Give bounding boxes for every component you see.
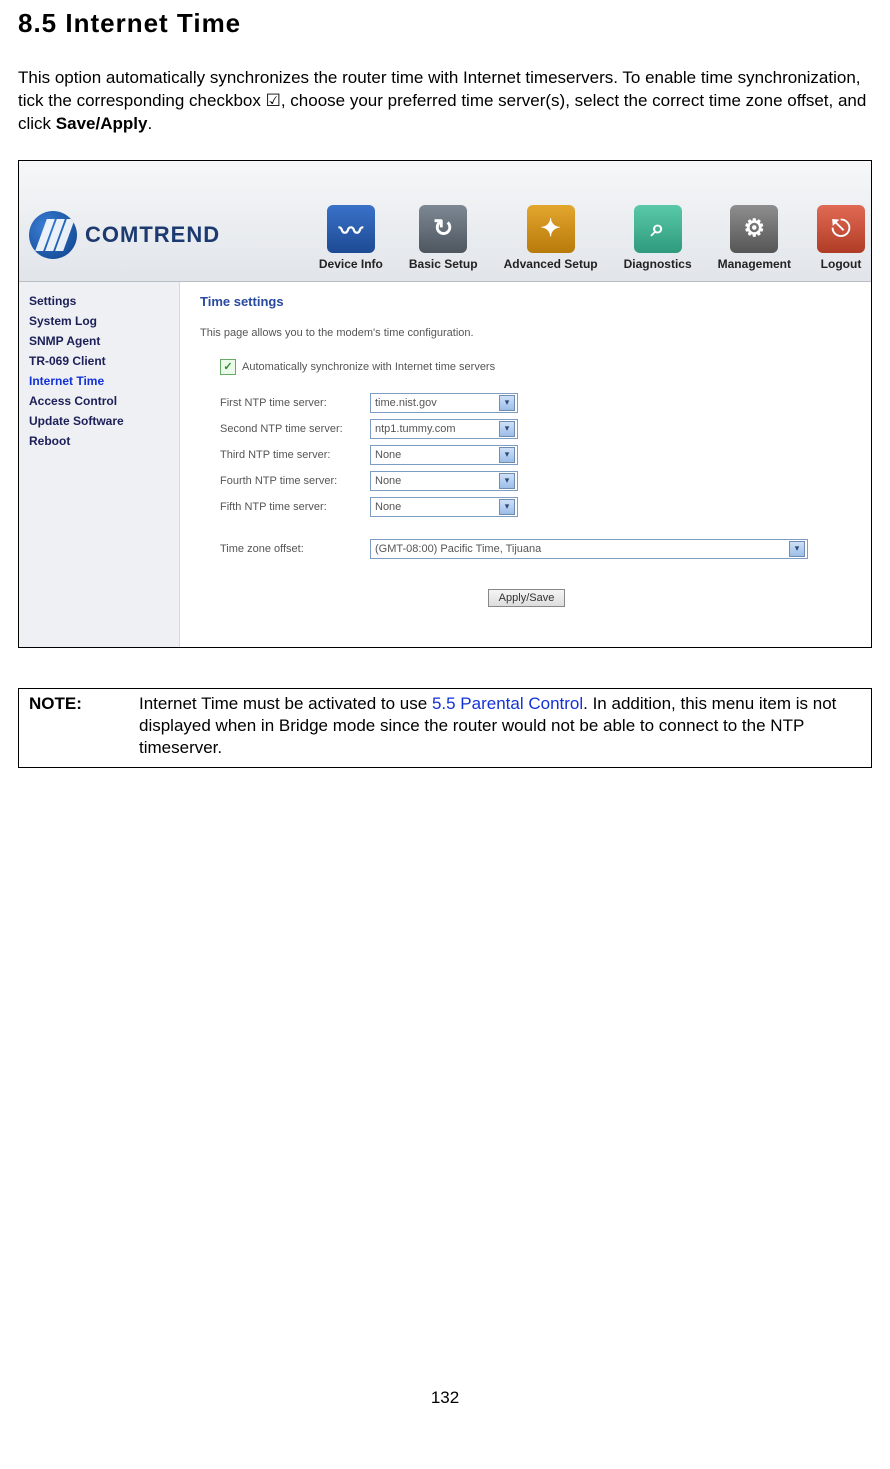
sidebar-item-update-software[interactable]: Update Software [29, 414, 169, 428]
tz-row: Time zone offset: (GMT-08:00) Pacific Ti… [200, 539, 853, 559]
content-panel: Time settings This page allows you to th… [180, 282, 871, 647]
sync-row: ✓ Automatically synchronize with Interne… [200, 359, 853, 375]
ntp-row-4: Fourth NTP time server: None ▾ [200, 471, 853, 491]
intro-paragraph: This option automatically synchronizes t… [18, 67, 872, 136]
sidebar-item-settings[interactable]: Settings [29, 294, 169, 308]
nav-logout[interactable]: ⎋ Logout [817, 205, 865, 271]
ntp-label: First NTP time server: [200, 397, 370, 409]
ntp-row-2: Second NTP time server: ntp1.tummy.com ▾ [200, 419, 853, 439]
ntp-row-1: First NTP time server: time.nist.gov ▾ [200, 393, 853, 413]
ntp-label: Fifth NTP time server: [200, 501, 370, 513]
ntp-row-3: Third NTP time server: None ▾ [200, 445, 853, 465]
top-nav: 〰 Device Info ↻ Basic Setup ✦ Advanced S… [319, 205, 871, 281]
select-value: None [375, 501, 401, 513]
chevron-down-icon: ▾ [499, 395, 515, 411]
diagnostics-icon: ⌕ [634, 205, 682, 253]
sync-label: Automatically synchronize with Internet … [242, 361, 495, 373]
select-value: None [375, 449, 401, 461]
nav-device-info[interactable]: 〰 Device Info [319, 205, 383, 271]
basic-setup-icon: ↻ [419, 205, 467, 253]
ntp-select-3[interactable]: None ▾ [370, 445, 518, 465]
nav-management[interactable]: ⚙ Management [718, 205, 791, 271]
topbar: COMTREND 〰 Device Info ↻ Basic Setup ✦ A… [19, 161, 871, 282]
tz-select[interactable]: (GMT-08:00) Pacific Time, Tijuana ▾ [370, 539, 808, 559]
logout-icon: ⎋ [817, 205, 865, 253]
select-value: (GMT-08:00) Pacific Time, Tijuana [375, 543, 541, 555]
nav-basic-setup[interactable]: ↻ Basic Setup [409, 205, 478, 271]
sync-checkbox[interactable]: ✓ [220, 359, 236, 375]
device-info-icon: 〰 [327, 205, 375, 253]
sidebar-item-snmp-agent[interactable]: SNMP Agent [29, 334, 169, 348]
section-heading: 8.5 Internet Time [18, 8, 872, 39]
advanced-setup-icon: ✦ [527, 205, 575, 253]
ntp-select-5[interactable]: None ▾ [370, 497, 518, 517]
sidebar-item-system-log[interactable]: System Log [29, 314, 169, 328]
apply-save-button[interactable]: Apply/Save [488, 589, 566, 607]
note-before: Internet Time must be activated to use [139, 694, 432, 713]
select-value: time.nist.gov [375, 397, 437, 409]
ntp-select-2[interactable]: ntp1.tummy.com ▾ [370, 419, 518, 439]
select-value: None [375, 475, 401, 487]
intro-text-3: . [147, 114, 152, 133]
ntp-label: Third NTP time server: [200, 449, 370, 461]
sidebar-item-access-control[interactable]: Access Control [29, 394, 169, 408]
intro-bold: Save/Apply [56, 114, 148, 133]
note-label: NOTE: [19, 688, 130, 767]
sidebar-item-tr069[interactable]: TR-069 Client [29, 354, 169, 368]
nav-advanced-setup[interactable]: ✦ Advanced Setup [504, 205, 598, 271]
logo: COMTREND [19, 211, 313, 281]
chevron-down-icon: ▾ [499, 473, 515, 489]
sidebar: Settings System Log SNMP Agent TR-069 Cl… [19, 282, 180, 647]
note-link[interactable]: 5.5 Parental Control [432, 694, 583, 713]
note-text: Internet Time must be activated to use 5… [129, 688, 872, 767]
nav-label: Device Info [319, 257, 383, 271]
sidebar-item-internet-time[interactable]: Internet Time [29, 374, 169, 388]
logo-icon [29, 211, 77, 259]
ntp-row-5: Fifth NTP time server: None ▾ [200, 497, 853, 517]
checkbox-glyph: ☑ [266, 91, 281, 110]
note-box: NOTE: Internet Time must be activated to… [18, 688, 872, 768]
nav-label: Basic Setup [409, 257, 478, 271]
nav-label: Advanced Setup [504, 257, 598, 271]
page-number: 132 [18, 1388, 872, 1418]
chevron-down-icon: ▾ [499, 421, 515, 437]
chevron-down-icon: ▾ [499, 499, 515, 515]
ntp-label: Second NTP time server: [200, 423, 370, 435]
ntp-label: Fourth NTP time server: [200, 475, 370, 487]
router-screenshot: COMTREND 〰 Device Info ↻ Basic Setup ✦ A… [18, 160, 872, 648]
nav-diagnostics[interactable]: ⌕ Diagnostics [624, 205, 692, 271]
chevron-down-icon: ▾ [789, 541, 805, 557]
chevron-down-icon: ▾ [499, 447, 515, 463]
nav-label: Diagnostics [624, 257, 692, 271]
ntp-select-1[interactable]: time.nist.gov ▾ [370, 393, 518, 413]
logo-text: COMTREND [85, 222, 220, 248]
nav-label: Management [718, 257, 791, 271]
panel-title: Time settings [200, 294, 853, 309]
tz-label: Time zone offset: [200, 543, 370, 555]
nav-label: Logout [821, 257, 862, 271]
ntp-select-4[interactable]: None ▾ [370, 471, 518, 491]
sidebar-item-reboot[interactable]: Reboot [29, 434, 169, 448]
management-icon: ⚙ [730, 205, 778, 253]
select-value: ntp1.tummy.com [375, 423, 456, 435]
panel-desc: This page allows you to the modem's time… [200, 327, 853, 339]
